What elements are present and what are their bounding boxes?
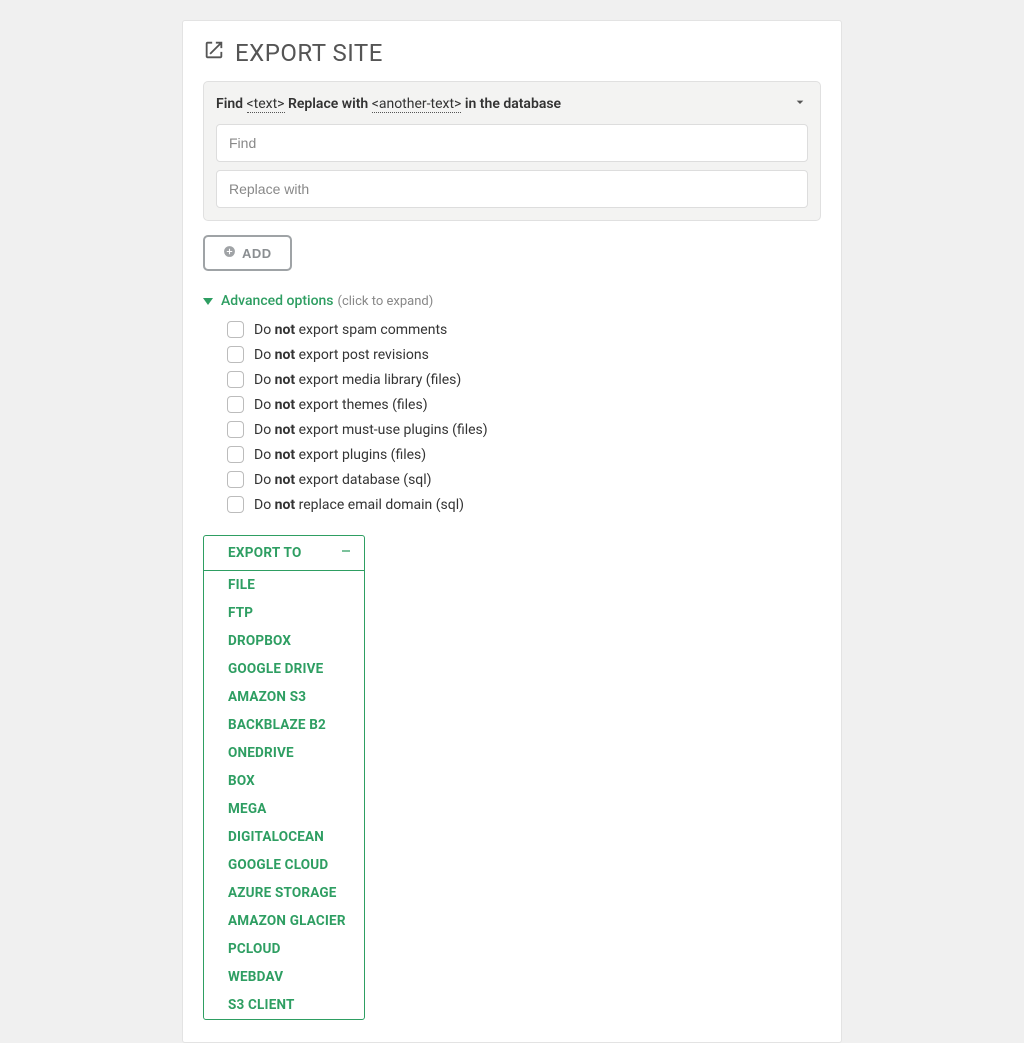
add-button-label: ADD bbox=[242, 246, 272, 261]
export-option-s3-client[interactable]: S3 CLIENT bbox=[204, 991, 364, 1019]
replace-input[interactable] bbox=[216, 170, 808, 208]
advanced-option-5[interactable]: Do not export plugins (files) bbox=[227, 442, 821, 467]
advanced-option-1[interactable]: Do not export post revisions bbox=[227, 342, 821, 367]
export-option-amazon-glacier[interactable]: AMAZON GLACIER bbox=[204, 907, 364, 935]
advanced-option-label: Do not export database (sql) bbox=[254, 472, 432, 488]
minus-icon bbox=[340, 545, 352, 561]
caret-down-icon bbox=[203, 298, 213, 305]
export-option-backblaze-b2[interactable]: BACKBLAZE B2 bbox=[204, 711, 364, 739]
checkbox[interactable] bbox=[227, 471, 244, 488]
export-option-dropbox[interactable]: DROPBOX bbox=[204, 627, 364, 655]
export-option-google-drive[interactable]: GOOGLE DRIVE bbox=[204, 655, 364, 683]
page-title: EXPORT SITE bbox=[203, 39, 821, 67]
export-to-toggle[interactable]: EXPORT TO bbox=[204, 536, 364, 571]
fr-mid: Replace with bbox=[288, 96, 368, 112]
find-replace-section: Find <text> Replace with <another-text> … bbox=[203, 81, 821, 221]
advanced-options-label: Advanced options bbox=[221, 293, 334, 309]
advanced-option-label: Do not export spam comments bbox=[254, 322, 447, 338]
export-option-onedrive[interactable]: ONEDRIVE bbox=[204, 739, 364, 767]
advanced-options-list: Do not export spam comments Do not export… bbox=[203, 317, 821, 517]
export-to-menu: EXPORT TO FILEFTPDROPBOXGOOGLE DRIVEAMAZ… bbox=[203, 535, 365, 1020]
export-option-mega[interactable]: MEGA bbox=[204, 795, 364, 823]
find-replace-toggle[interactable]: Find <text> Replace with <another-text> … bbox=[216, 94, 808, 114]
fr-token1: <text> bbox=[247, 96, 285, 113]
page-title-text: EXPORT SITE bbox=[235, 39, 383, 67]
export-option-file[interactable]: FILE bbox=[204, 571, 364, 599]
advanced-option-4[interactable]: Do not export must-use plugins (files) bbox=[227, 417, 821, 442]
advanced-option-label: Do not export media library (files) bbox=[254, 372, 461, 388]
export-option-digitalocean[interactable]: DIGITALOCEAN bbox=[204, 823, 364, 851]
advanced-option-label: Do not export themes (files) bbox=[254, 397, 428, 413]
advanced-option-label: Do not export post revisions bbox=[254, 347, 429, 363]
fr-suffix: in the database bbox=[465, 96, 561, 112]
export-option-pcloud[interactable]: PCLOUD bbox=[204, 935, 364, 963]
advanced-option-2[interactable]: Do not export media library (files) bbox=[227, 367, 821, 392]
export-icon bbox=[203, 39, 225, 67]
fr-token2: <another-text> bbox=[372, 96, 462, 113]
checkbox[interactable] bbox=[227, 421, 244, 438]
checkbox[interactable] bbox=[227, 496, 244, 513]
export-option-azure-storage[interactable]: AZURE STORAGE bbox=[204, 879, 364, 907]
advanced-option-0[interactable]: Do not export spam comments bbox=[227, 317, 821, 342]
advanced-option-label: Do not replace email domain (sql) bbox=[254, 497, 464, 513]
chevron-down-icon bbox=[792, 94, 808, 114]
export-option-amazon-s3[interactable]: AMAZON S3 bbox=[204, 683, 364, 711]
fr-prefix: Find bbox=[216, 96, 243, 112]
advanced-options-hint: (click to expand) bbox=[338, 294, 434, 309]
checkbox[interactable] bbox=[227, 346, 244, 363]
export-option-webdav[interactable]: WEBDAV bbox=[204, 963, 364, 991]
advanced-option-3[interactable]: Do not export themes (files) bbox=[227, 392, 821, 417]
plus-circle-icon bbox=[223, 245, 236, 261]
export-to-list: FILEFTPDROPBOXGOOGLE DRIVEAMAZON S3BACKB… bbox=[204, 571, 364, 1019]
checkbox[interactable] bbox=[227, 446, 244, 463]
advanced-option-label: Do not export plugins (files) bbox=[254, 447, 426, 463]
export-option-google-cloud[interactable]: GOOGLE CLOUD bbox=[204, 851, 364, 879]
export-option-box[interactable]: BOX bbox=[204, 767, 364, 795]
checkbox[interactable] bbox=[227, 396, 244, 413]
find-input[interactable] bbox=[216, 124, 808, 162]
export-site-panel: EXPORT SITE Find <text> Replace with <an… bbox=[182, 20, 842, 1043]
advanced-options-toggle[interactable]: Advanced options (click to expand) bbox=[203, 293, 821, 309]
advanced-option-label: Do not export must-use plugins (files) bbox=[254, 422, 488, 438]
advanced-option-6[interactable]: Do not export database (sql) bbox=[227, 467, 821, 492]
checkbox[interactable] bbox=[227, 371, 244, 388]
find-replace-header-text: Find <text> Replace with <another-text> … bbox=[216, 96, 561, 112]
advanced-option-7[interactable]: Do not replace email domain (sql) bbox=[227, 492, 821, 517]
export-to-label: EXPORT TO bbox=[228, 545, 302, 561]
add-button[interactable]: ADD bbox=[203, 235, 292, 271]
export-option-ftp[interactable]: FTP bbox=[204, 599, 364, 627]
checkbox[interactable] bbox=[227, 321, 244, 338]
